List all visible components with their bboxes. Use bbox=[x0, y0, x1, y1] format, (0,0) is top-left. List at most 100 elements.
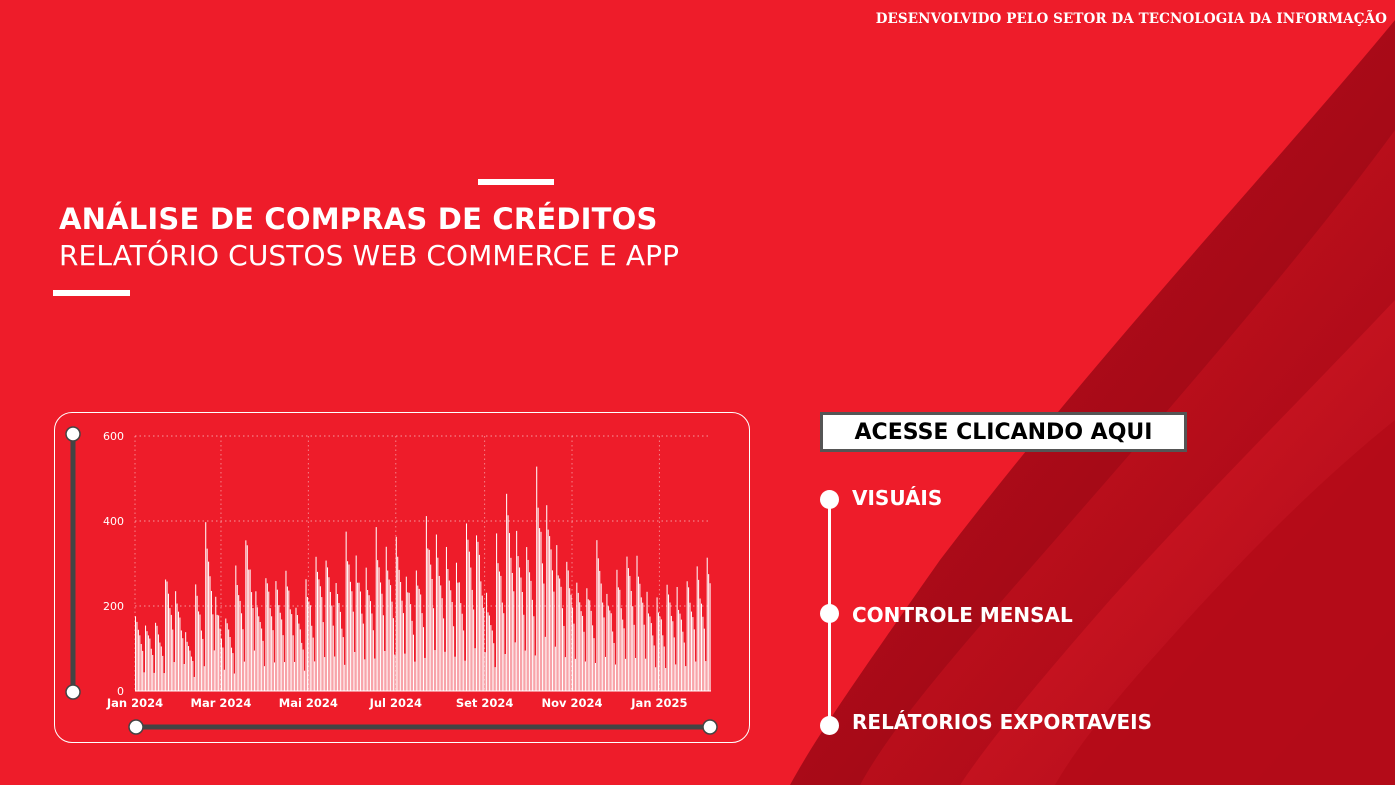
daily-bar bbox=[543, 583, 545, 691]
daily-bar bbox=[355, 555, 357, 691]
daily-bar bbox=[425, 516, 427, 691]
daily-bar bbox=[481, 595, 483, 691]
daily-bar bbox=[177, 611, 180, 691]
daily-bar bbox=[526, 547, 528, 691]
daily-bar bbox=[359, 591, 361, 691]
daily-bar bbox=[463, 630, 465, 691]
daily-bar bbox=[182, 638, 184, 691]
daily-bar bbox=[695, 661, 697, 691]
daily-bar bbox=[464, 660, 466, 691]
daily-bar bbox=[248, 569, 250, 691]
x-range-handle-right[interactable] bbox=[702, 719, 718, 735]
menu-item-relatorios-exportaveis[interactable]: RELÁTORIOS EXPORTAVEIS bbox=[852, 710, 1152, 734]
daily-bar bbox=[487, 612, 489, 691]
daily-bar bbox=[427, 548, 429, 691]
daily-bar bbox=[390, 585, 392, 691]
daily-bar bbox=[615, 664, 617, 691]
daily-bar bbox=[190, 656, 192, 691]
daily-bar bbox=[308, 601, 310, 691]
daily-bar bbox=[573, 623, 575, 691]
daily-bar bbox=[394, 654, 396, 691]
daily-bar bbox=[342, 637, 344, 691]
daily-bar bbox=[289, 609, 291, 691]
daily-bar bbox=[530, 580, 532, 691]
daily-bar bbox=[157, 634, 159, 691]
daily-bar bbox=[685, 666, 687, 691]
daily-bar bbox=[478, 554, 480, 691]
daily-bar bbox=[559, 578, 561, 691]
menu-item-visuais[interactable]: VISUÁIS bbox=[852, 486, 942, 510]
daily-bar bbox=[639, 583, 641, 691]
daily-bar bbox=[242, 629, 244, 691]
daily-bar bbox=[643, 624, 645, 691]
daily-bar bbox=[295, 607, 297, 691]
daily-bar bbox=[175, 591, 177, 691]
daily-bar bbox=[391, 601, 393, 691]
daily-bar bbox=[640, 597, 642, 691]
daily-bar bbox=[553, 591, 555, 691]
daily-bar bbox=[378, 567, 380, 691]
daily-bar bbox=[444, 651, 446, 691]
daily-bar bbox=[301, 642, 303, 691]
daily-bar bbox=[420, 594, 422, 691]
daily-bar bbox=[327, 567, 329, 691]
daily-bar bbox=[551, 570, 553, 691]
daily-bar bbox=[564, 657, 566, 691]
daily-bar bbox=[650, 623, 652, 691]
daily-bar bbox=[228, 629, 230, 691]
daily-bar bbox=[652, 635, 654, 691]
daily-bar bbox=[208, 561, 210, 691]
daily-bar bbox=[169, 608, 171, 691]
x-range-handle-left[interactable] bbox=[128, 719, 144, 735]
y-tick-label: 600 bbox=[103, 430, 124, 443]
menu-item-controle-mensal[interactable]: CONTROLE MENSAL bbox=[852, 603, 1073, 627]
daily-bar bbox=[198, 611, 200, 691]
daily-bar bbox=[401, 600, 403, 691]
daily-bar bbox=[503, 613, 505, 691]
daily-bar bbox=[623, 628, 625, 691]
daily-bar bbox=[490, 625, 492, 691]
daily-bar bbox=[220, 638, 223, 691]
daily-bar bbox=[149, 638, 151, 691]
daily-bar bbox=[428, 549, 430, 691]
daily-bar bbox=[412, 634, 415, 691]
daily-bar bbox=[597, 558, 599, 691]
daily-bar bbox=[159, 642, 161, 691]
daily-bar bbox=[358, 582, 360, 691]
daily-bar bbox=[225, 618, 227, 691]
daily-bar bbox=[316, 571, 319, 691]
daily-bar bbox=[272, 630, 274, 691]
access-button[interactable]: ACESSE CLICANDO AQUI bbox=[820, 412, 1187, 452]
daily-bar bbox=[189, 650, 191, 691]
daily-bar bbox=[235, 565, 237, 691]
daily-bar bbox=[683, 642, 685, 691]
daily-bar bbox=[433, 608, 435, 691]
daily-bar bbox=[388, 579, 390, 691]
daily-bar bbox=[357, 582, 359, 691]
daily-bar bbox=[451, 602, 453, 691]
daily-bar bbox=[337, 593, 339, 691]
y-range-handle-bottom[interactable] bbox=[65, 684, 81, 700]
daily-bar bbox=[139, 635, 141, 691]
daily-bar bbox=[231, 647, 233, 691]
daily-bar bbox=[521, 592, 523, 691]
daily-bar bbox=[362, 623, 364, 691]
daily-bar bbox=[579, 602, 581, 691]
daily-bar bbox=[486, 592, 488, 691]
daily-bar bbox=[494, 667, 496, 691]
daily-bar bbox=[232, 653, 234, 691]
daily-bar bbox=[706, 557, 708, 691]
daily-bar bbox=[665, 668, 667, 691]
daily-bar bbox=[405, 576, 407, 691]
daily-bar bbox=[435, 534, 437, 691]
daily-bar bbox=[162, 655, 164, 691]
daily-bar bbox=[202, 638, 204, 691]
daily-bar bbox=[443, 618, 445, 691]
daily-bar bbox=[332, 625, 334, 691]
daily-bar bbox=[673, 637, 675, 691]
daily-bar bbox=[582, 615, 584, 691]
daily-bar bbox=[185, 632, 187, 691]
daily-bar bbox=[655, 667, 657, 691]
y-range-handle-top[interactable] bbox=[65, 426, 81, 442]
daily-bar bbox=[331, 605, 333, 691]
